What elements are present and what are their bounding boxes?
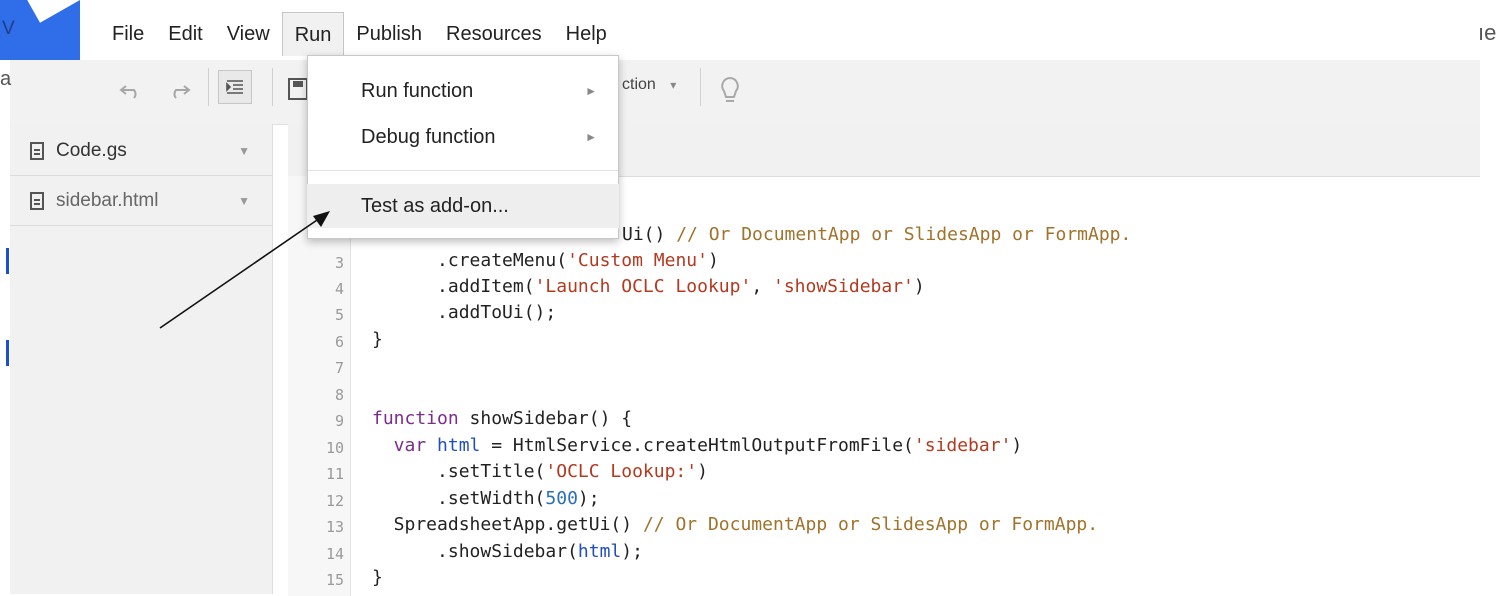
menu-item-label: Run function: [361, 79, 474, 102]
lightbulb-icon[interactable]: [718, 76, 742, 111]
line-number: 6: [334, 333, 344, 351]
code-line-10[interactable]: var html = HtmlService.createHtmlOutputF…: [372, 435, 1023, 456]
line-number: 7: [334, 359, 344, 377]
line-number: 9: [334, 412, 344, 430]
toolbar-separator: [208, 68, 209, 106]
chevron-right-icon: ►: [585, 130, 597, 144]
menu-item-label: Test as add-on...: [361, 194, 509, 217]
code-line-5[interactable]: .addToUi();: [372, 302, 556, 323]
toolbar-separator: [700, 68, 701, 106]
menubar: File Edit View Run Publish Resources Hel…: [100, 12, 619, 56]
line-number: 4: [334, 280, 344, 298]
line-number: 3: [334, 254, 344, 272]
line-number: 5: [334, 306, 344, 324]
menu-separator: [308, 170, 618, 171]
code-line-12[interactable]: .setWidth(500);: [372, 488, 600, 509]
code-line-14[interactable]: .showSidebar(html);: [372, 541, 643, 562]
code-line-13[interactable]: SpreadsheetApp.getUi() // Or DocumentApp…: [372, 514, 1098, 535]
logo-letter-partial: V: [2, 18, 15, 39]
chevron-down-icon[interactable]: ▼: [238, 144, 250, 158]
indent-icon[interactable]: [218, 70, 252, 104]
menu-item-run-function[interactable]: Run function ►: [307, 69, 619, 113]
partial-text-right: ıe: [1478, 20, 1497, 45]
undo-icon[interactable]: [118, 80, 144, 106]
file-name: Code.gs: [56, 139, 127, 161]
chevron-down-icon: ▾: [670, 78, 677, 92]
menu-item-test-as-add-on[interactable]: Test as add-on...: [307, 184, 619, 228]
line-number: 10: [325, 439, 344, 457]
line-number: 13: [325, 518, 344, 536]
link-marker: [6, 340, 9, 366]
menu-help[interactable]: Help: [554, 12, 619, 56]
menu-item-debug-function[interactable]: Debug function ►: [307, 115, 619, 159]
code-line-11[interactable]: .setTitle('OCLC Lookup:'): [372, 461, 708, 482]
line-number: 14: [325, 545, 344, 563]
code-line-2[interactable]: Ui() // Or DocumentApp or SlidesApp or F…: [622, 224, 1131, 245]
line-number: 11: [325, 465, 344, 483]
menu-resources[interactable]: Resources: [434, 12, 554, 56]
code-line-6[interactable]: }: [372, 329, 383, 350]
chevron-right-icon: ►: [585, 84, 597, 98]
redo-icon[interactable]: [166, 80, 192, 106]
save-icon[interactable]: [288, 78, 308, 105]
menu-view[interactable]: View: [215, 12, 282, 56]
line-number: 15: [325, 571, 344, 589]
menu-item-label: Debug function: [361, 125, 496, 148]
link-marker: [6, 248, 9, 274]
code-line-3[interactable]: .createMenu('Custom Menu'): [372, 250, 719, 271]
line-number: 12: [325, 492, 344, 510]
code-line-15[interactable]: }: [372, 567, 383, 588]
file-item-code-gs[interactable]: Code.gs ▼: [10, 126, 272, 176]
toolbar-separator: [272, 68, 273, 106]
partial-text-left: a: [0, 68, 12, 90]
file-icon: [30, 191, 44, 210]
code-line-4[interactable]: .addItem('Launch OCLC Lookup', 'showSide…: [372, 276, 925, 297]
chevron-down-icon[interactable]: ▼: [238, 194, 250, 208]
menu-file[interactable]: File: [100, 12, 156, 56]
line-number: 8: [334, 386, 344, 404]
file-icon: [30, 141, 44, 160]
file-item-sidebar-html[interactable]: sidebar.html ▼: [10, 176, 272, 226]
menu-edit[interactable]: Edit: [156, 12, 214, 56]
function-select[interactable]: ction ▾: [622, 76, 676, 94]
file-name: sidebar.html: [56, 189, 159, 211]
menu-run[interactable]: Run: [281, 12, 345, 56]
menu-publish[interactable]: Publish: [344, 12, 434, 56]
function-select-label: ction: [622, 76, 656, 93]
code-line-9[interactable]: function showSidebar() {: [372, 408, 632, 429]
